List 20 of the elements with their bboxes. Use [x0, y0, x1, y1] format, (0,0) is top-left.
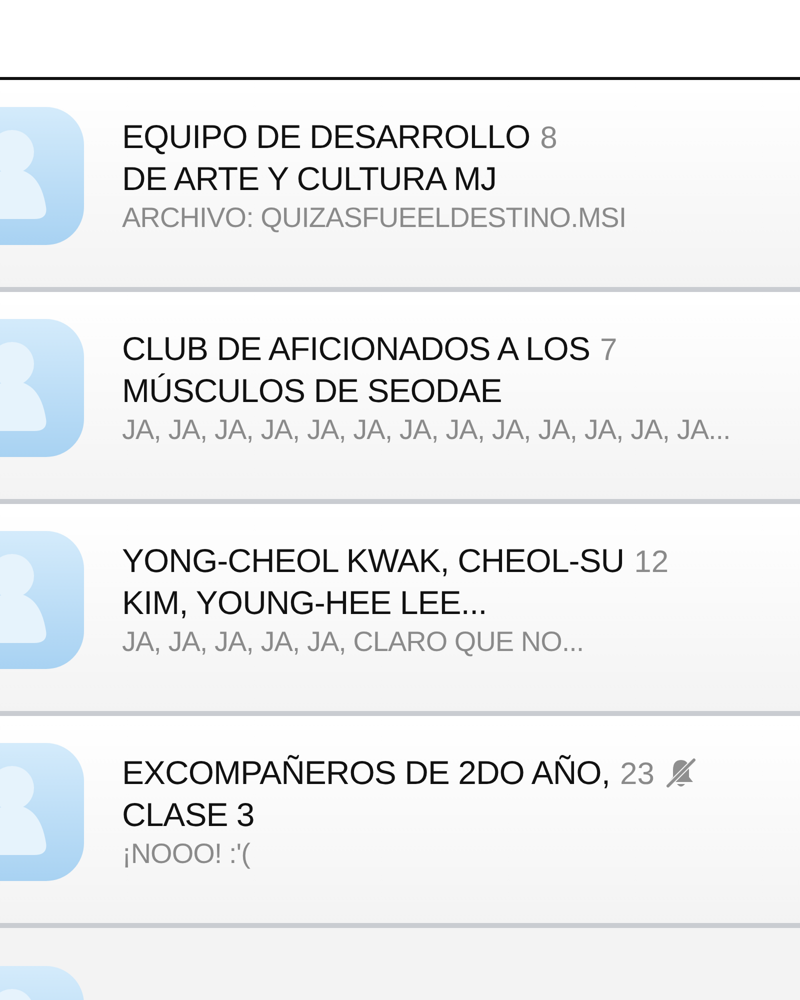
- message-preview: ¡NOOO! :'(: [122, 836, 252, 871]
- member-count: 8: [540, 120, 558, 156]
- message-preview: JA, JA, JA, JA, JA, JA, JA, JA, JA, JA, JA, JA, JA...: [122, 412, 730, 446]
- member-count: 23: [620, 756, 654, 792]
- message-preview: JA, JA, JA, JA, JA, CLARO QUE NO...: [122, 624, 585, 658]
- chat-title: EQUIPO DE DESARROLLO: [122, 116, 530, 156]
- chat-title: MÚSCULOS DE SEODAE: [122, 370, 503, 410]
- chat-title: CLASE 3: [122, 794, 256, 834]
- chat-row[interactable]: EQUIPO DE DESARROLLO 8 DE ARTE Y CULTURA MJ ARCHIVO: QUIZASFUEELDESTINO.MSI: [0, 80, 800, 292]
- message-preview: ARCHIVO: QUIZASFUEELDESTINO.MSI: [122, 200, 626, 234]
- chat-row[interactable]: CLUB DE AFICIONADOS A LOS 7 MÚSCULOS DE SEODAE JA, JA, JA, JA, JA, JA, JA, JA, JA, JA, JA, JA, JA...: [0, 292, 800, 504]
- chat-title: KIM, YOUNG-HEE LEE...: [122, 582, 488, 622]
- chat-row[interactable]: YONG-CHEOL KWAK, CHEOL-SU 12 KIM, YOUNG-HEE LEE... JA, JA, JA, JA, JA, CLARO QUE NO...: [0, 504, 800, 716]
- chat-title: EXCOMPAÑEROS DE 2DO AÑO,: [122, 752, 610, 792]
- member-count: 7: [600, 332, 618, 368]
- chat-title: YONG-CHEOL KWAK, CHEOL-SU: [122, 540, 624, 580]
- chat-row[interactable]: EXCOMPAÑEROS DE 2DO AÑO, 23 CLASE 3 ¡NOOO! :'(: [0, 716, 800, 928]
- member-count: 12: [634, 544, 669, 580]
- chat-title: DE ARTE Y CULTURA MJ: [122, 158, 498, 198]
- chat-title: CLUB DE AFICIONADOS A LOS: [122, 328, 590, 368]
